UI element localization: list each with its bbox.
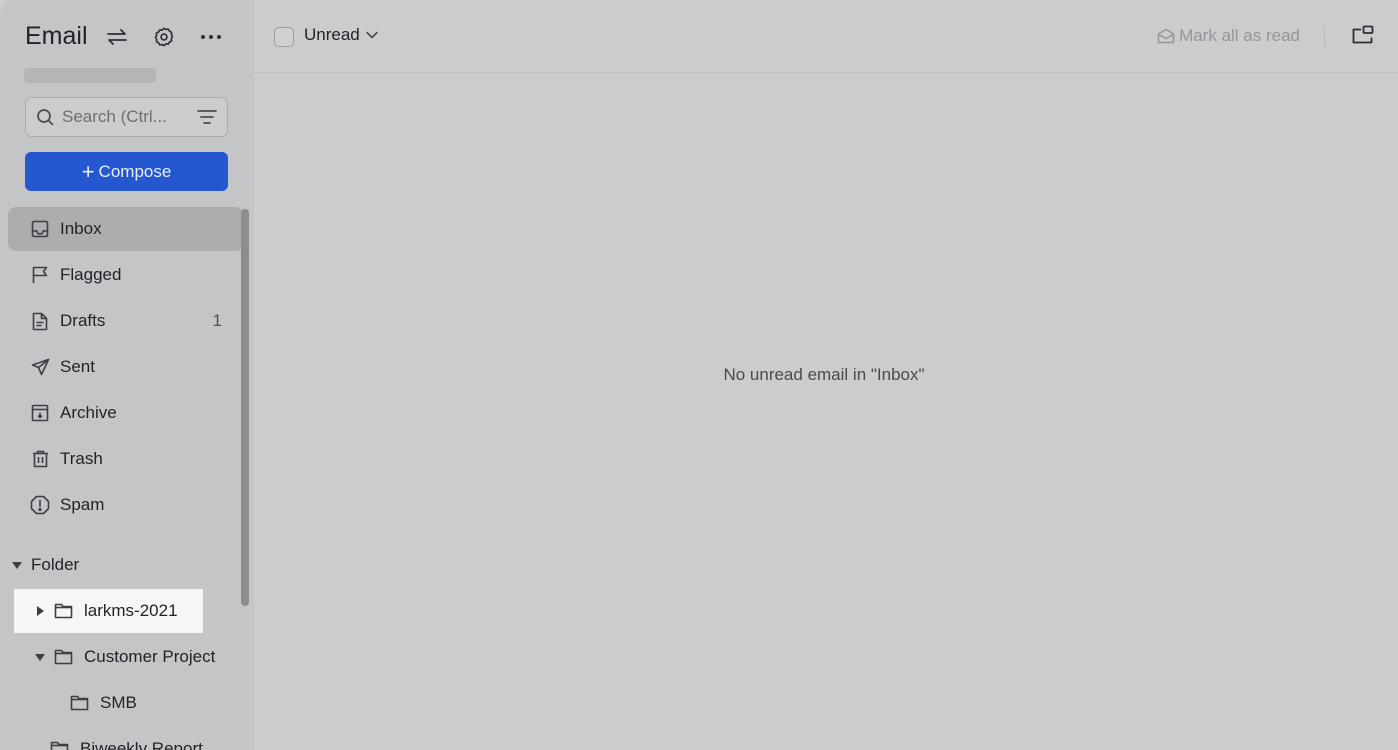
plus-icon: + bbox=[81, 158, 95, 184]
flag-icon bbox=[30, 265, 50, 285]
more-options-icon[interactable] bbox=[198, 24, 224, 50]
caret-right-icon[interactable] bbox=[32, 606, 48, 616]
search-box[interactable] bbox=[25, 97, 228, 137]
sidebar: Email + Compose Inbox Fl bbox=[0, 0, 254, 750]
nav-item-drafts[interactable]: Drafts 1 bbox=[8, 299, 244, 343]
compose-label: Compose bbox=[98, 161, 172, 181]
nav-item-trash[interactable]: Trash bbox=[8, 437, 244, 481]
folder-icon bbox=[70, 694, 90, 712]
folder-label: SMB bbox=[100, 693, 137, 712]
folder-item-smb[interactable]: SMB bbox=[70, 681, 137, 725]
nav-label: Archive bbox=[60, 403, 117, 422]
draft-document-icon bbox=[30, 311, 50, 331]
folder-label: Customer Project bbox=[84, 647, 216, 666]
nav-item-inbox[interactable]: Inbox bbox=[8, 207, 244, 251]
sidebar-scrollbar[interactable] bbox=[241, 209, 249, 606]
switch-account-icon[interactable] bbox=[104, 24, 130, 50]
nav-item-spam[interactable]: Spam bbox=[8, 483, 244, 527]
nav-label: Drafts bbox=[60, 311, 106, 330]
archive-box-icon bbox=[30, 403, 50, 423]
filter-icon[interactable] bbox=[197, 109, 217, 125]
inbox-icon bbox=[30, 219, 50, 239]
nav-label: Sent bbox=[60, 357, 95, 376]
caret-down-icon bbox=[12, 561, 22, 569]
nav-item-sent[interactable]: Sent bbox=[8, 345, 244, 389]
unread-filter-dropdown[interactable]: Unread bbox=[304, 25, 378, 45]
folder-label: larkms-2021 bbox=[84, 601, 178, 620]
mail-toolbar: Unread Mark all as read bbox=[254, 0, 1398, 73]
nav-label: Trash bbox=[60, 449, 103, 468]
folder-icon bbox=[54, 602, 74, 620]
mail-list-pane: Unread Mark all as read No unread email … bbox=[254, 0, 1398, 750]
compose-button[interactable]: + Compose bbox=[25, 152, 228, 191]
drafts-count-badge: 1 bbox=[212, 311, 222, 330]
folder-section-toggle[interactable]: Folder bbox=[12, 553, 79, 577]
folder-item-customer-project[interactable]: Customer Project bbox=[14, 635, 215, 679]
folder-section-label: Folder bbox=[31, 555, 80, 574]
trash-icon bbox=[30, 449, 50, 469]
empty-state-message: No unread email in "Inbox" bbox=[723, 365, 925, 384]
chevron-down-icon bbox=[366, 31, 378, 39]
paper-plane-icon bbox=[30, 357, 50, 377]
search-icon bbox=[36, 108, 54, 126]
envelope-open-icon bbox=[1157, 28, 1175, 44]
select-all-checkbox[interactable] bbox=[274, 27, 294, 47]
mark-all-as-read-button[interactable]: Mark all as read bbox=[1157, 26, 1300, 46]
toolbar-divider bbox=[1324, 26, 1325, 47]
mark-all-label: Mark all as read bbox=[1179, 26, 1300, 45]
app-title: Email bbox=[25, 22, 88, 50]
pop-out-window-icon[interactable] bbox=[1352, 25, 1374, 45]
filter-label: Unread bbox=[304, 25, 360, 44]
spam-alert-icon bbox=[30, 495, 50, 515]
account-placeholder-bar bbox=[24, 68, 156, 83]
settings-gear-icon[interactable] bbox=[151, 24, 177, 50]
mailbox-nav: Inbox Flagged Drafts 1 Sent Archive Tras… bbox=[8, 207, 244, 529]
nav-label: Flagged bbox=[60, 265, 122, 284]
nav-label: Inbox bbox=[60, 219, 102, 238]
search-input[interactable] bbox=[62, 107, 182, 127]
folder-icon bbox=[50, 740, 70, 750]
nav-item-archive[interactable]: Archive bbox=[8, 391, 244, 435]
caret-down-icon[interactable] bbox=[32, 653, 48, 661]
folder-icon bbox=[54, 648, 74, 666]
folder-item-larkms-2021[interactable]: larkms-2021 bbox=[14, 589, 203, 633]
nav-item-flagged[interactable]: Flagged bbox=[8, 253, 244, 297]
folder-item-biweekly-report[interactable]: Biweekly Report bbox=[50, 727, 203, 750]
nav-label: Spam bbox=[60, 495, 105, 514]
folder-label: Biweekly Report bbox=[80, 739, 203, 750]
